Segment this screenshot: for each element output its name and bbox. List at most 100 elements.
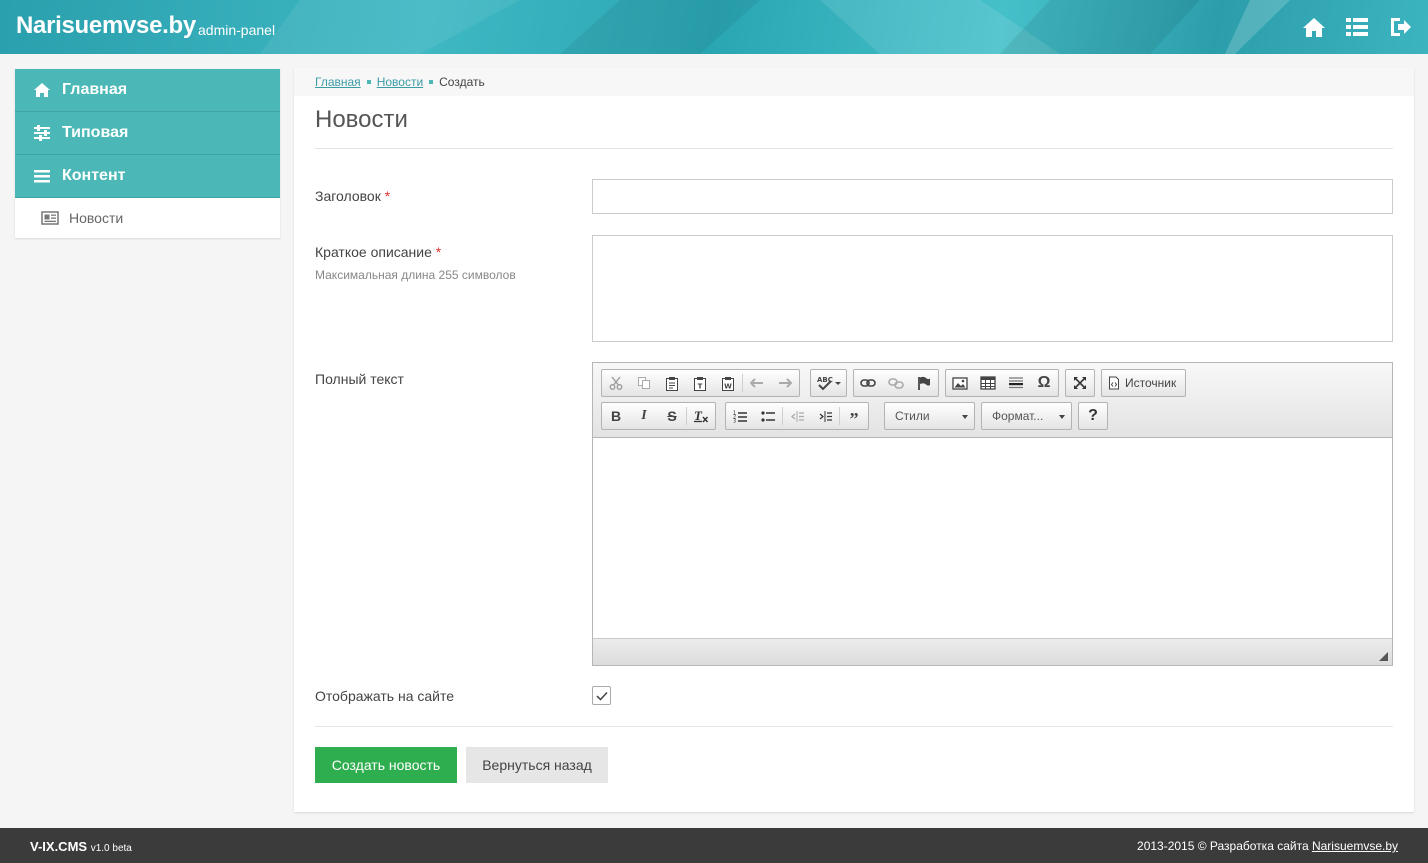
breadcrumb-separator [429, 80, 434, 84]
summary-hint: Максимальная длина 255 символов [315, 268, 516, 282]
copy-icon[interactable] [630, 370, 658, 396]
blockquote-icon[interactable]: ” [840, 403, 868, 429]
title-label: Заголовок * [315, 188, 390, 204]
format-label: Формат... [992, 409, 1044, 423]
maximize-icon[interactable] [1066, 370, 1094, 396]
title-input[interactable] [592, 179, 1393, 214]
styles-dropdown[interactable]: Стили [884, 402, 975, 430]
breadcrumb-separator [366, 80, 371, 84]
paste-word-icon[interactable]: W [714, 370, 742, 396]
list-group: 123 ” [725, 402, 869, 430]
basic-style-group: B I S T [601, 402, 716, 430]
show-on-site-label: Отображать на сайте [315, 688, 455, 704]
styles-label: Стили [895, 409, 930, 423]
show-on-site-checkbox[interactable] [592, 686, 611, 705]
cut-icon[interactable] [602, 370, 630, 396]
logout-icon[interactable] [1388, 16, 1412, 38]
numbered-list-icon[interactable]: 123 [726, 403, 754, 429]
editor-statusbar [593, 638, 1392, 665]
outdent-icon[interactable] [783, 403, 811, 429]
footer: V-IX.CMS v1.0 beta 2013-2015 © Разработк… [0, 828, 1428, 863]
sidebar-subitem-label: Новости [69, 210, 124, 226]
checkmark-icon [595, 691, 608, 701]
bars-icon [34, 170, 50, 183]
unlink-icon[interactable] [882, 370, 910, 396]
breadcrumb: Главная Новости Создать [294, 68, 1414, 96]
svg-text:3: 3 [733, 418, 736, 423]
spellcheck-group: ABC [810, 369, 847, 397]
svg-text:W: W [724, 382, 732, 390]
footer-version: v1.0 beta [90, 843, 132, 854]
anchor-icon[interactable] [910, 370, 938, 396]
title-divider [315, 148, 1393, 149]
page-title: Новости [315, 106, 408, 133]
required-mark: * [435, 244, 442, 260]
home-icon [34, 83, 50, 97]
footer-copyright-text: 2013-2015 © Разработка сайта [1137, 839, 1309, 853]
editor-content-area[interactable] [593, 438, 1392, 638]
sidebar-item-home[interactable]: Главная [15, 69, 280, 112]
editor-toolbar: T W ABC Ω Источник B I S T 1 2 3 ” Стили… [593, 363, 1392, 438]
paste-text-icon[interactable]: T [686, 370, 714, 396]
sidebar-item-label: Главная [62, 81, 128, 98]
summary-label: Краткое описание * [315, 244, 441, 260]
newspaper-icon [41, 211, 59, 225]
home-icon[interactable] [1302, 16, 1326, 38]
spellcheck-icon[interactable]: ABC [811, 370, 846, 396]
table-icon[interactable] [974, 370, 1002, 396]
brand-logo[interactable]: Narisuemvse.by [16, 12, 196, 40]
redo-icon[interactable] [771, 370, 799, 396]
breadcrumb-current: Создать [439, 75, 485, 89]
fulltext-label: Полный текст [315, 371, 404, 387]
clipboard-group: T W [601, 369, 800, 397]
insert-group: Ω [945, 369, 1059, 397]
sidebar-item-label: Типовая [62, 124, 129, 141]
remove-format-icon[interactable]: T [687, 403, 715, 429]
bold-icon[interactable]: B [602, 403, 630, 429]
resize-handle-icon[interactable] [1379, 652, 1388, 661]
main-panel: Главная Новости Создать Новости Заголово… [294, 68, 1414, 812]
source-icon [1109, 376, 1119, 390]
special-char-icon[interactable]: Ω [1030, 370, 1058, 396]
link-group [853, 369, 939, 397]
italic-icon[interactable]: I [630, 403, 658, 429]
source-button[interactable]: Источник [1102, 370, 1182, 396]
sidebar-subitem-news[interactable]: Новости [15, 198, 280, 238]
back-button[interactable]: Вернуться назад [466, 747, 608, 783]
view-group [1065, 369, 1095, 397]
help-group: ? [1078, 402, 1108, 430]
breadcrumb-news[interactable]: Новости [377, 75, 423, 89]
chevron-down-icon [962, 415, 968, 419]
link-icon[interactable] [854, 370, 882, 396]
hr-icon[interactable] [1002, 370, 1030, 396]
title-label-text: Заголовок [315, 188, 381, 204]
sidebar-item-content[interactable]: Контент [15, 155, 280, 198]
source-label: Источник [1125, 376, 1177, 390]
required-mark: * [384, 188, 391, 204]
svg-text:T: T [698, 382, 703, 390]
create-news-button[interactable]: Создать новость [315, 747, 457, 783]
footer-product: V-IX.CMS v1.0 beta [30, 839, 132, 854]
undo-icon[interactable] [743, 370, 771, 396]
help-icon[interactable]: ? [1079, 403, 1107, 429]
sidebar-item-label: Контент [62, 167, 126, 184]
rich-text-editor: T W ABC Ω Источник B I S T 1 2 3 ” Стили… [592, 362, 1393, 666]
paste-icon[interactable] [658, 370, 686, 396]
format-dropdown[interactable]: Формат... [981, 402, 1072, 430]
indent-icon[interactable] [811, 403, 839, 429]
footer-copyright: 2013-2015 © Разработка сайта Narisuemvse… [1137, 839, 1398, 853]
strike-icon[interactable]: S [658, 403, 686, 429]
image-icon[interactable] [946, 370, 974, 396]
sidebar-item-typical[interactable]: Типовая [15, 112, 280, 155]
sliders-icon [34, 125, 50, 141]
summary-textarea[interactable] [592, 235, 1393, 342]
brand-subtitle: admin-panel [198, 22, 276, 38]
list-icon[interactable] [1345, 16, 1369, 38]
source-group: Источник [1101, 369, 1186, 397]
top-header: Narisuemvse.by admin-panel [0, 0, 1428, 54]
form-divider [315, 726, 1393, 727]
chevron-down-icon [1059, 415, 1065, 419]
breadcrumb-home[interactable]: Главная [315, 75, 361, 89]
footer-site-link[interactable]: Narisuemvse.by [1312, 839, 1398, 853]
bulleted-list-icon[interactable] [754, 403, 782, 429]
